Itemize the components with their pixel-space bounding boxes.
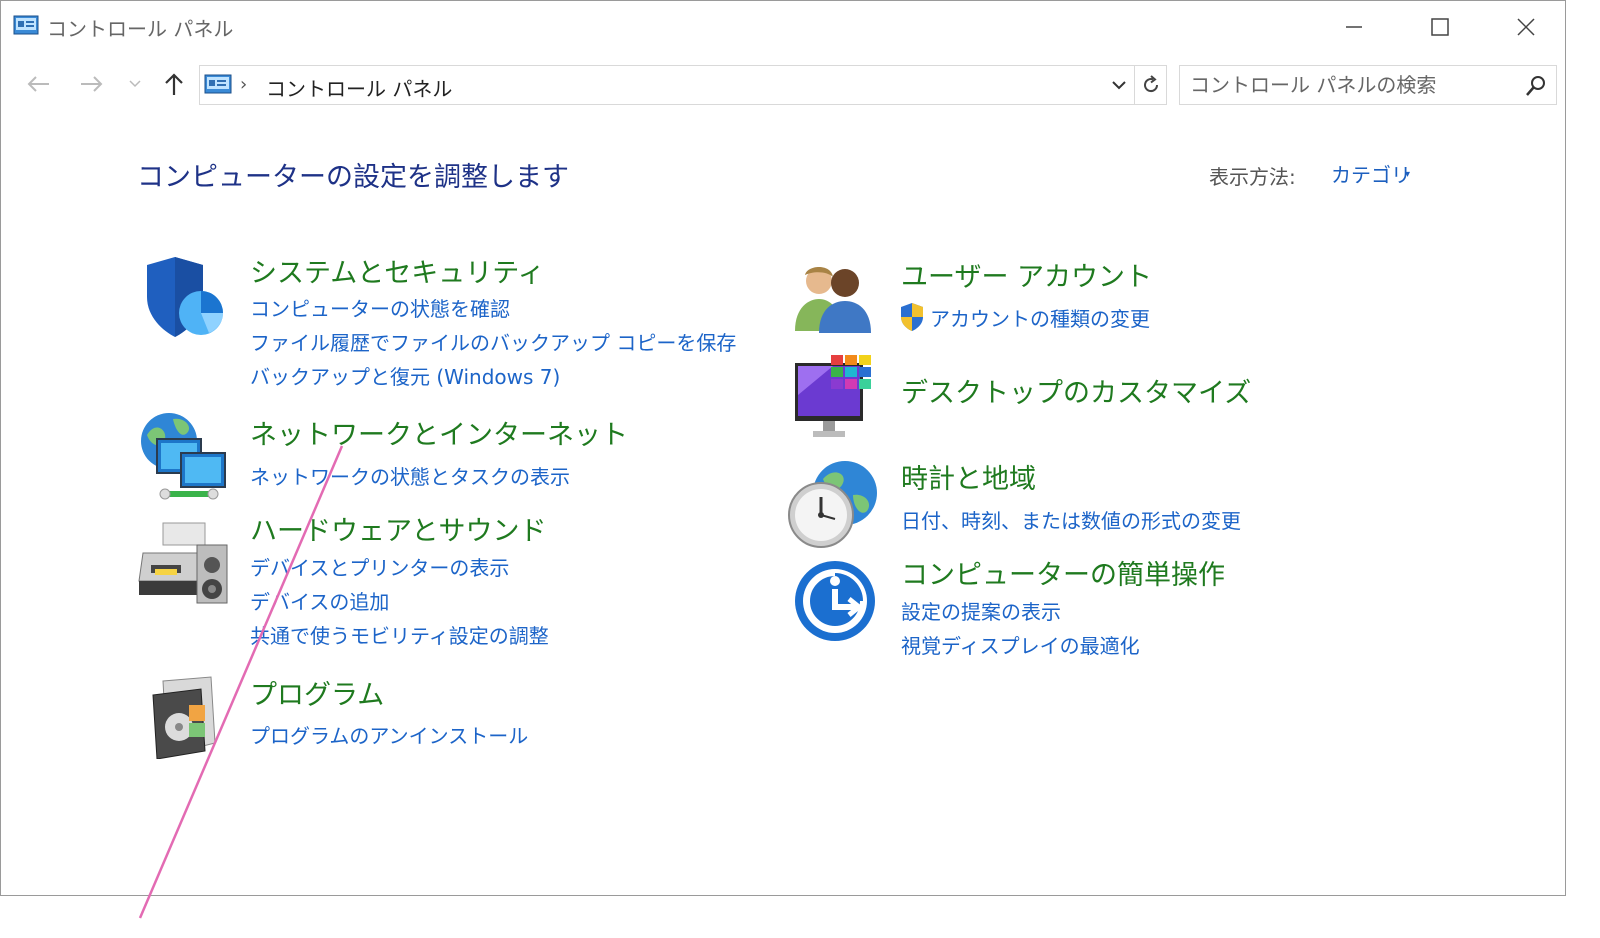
minimize-button[interactable]: [1311, 1, 1397, 53]
control-panel-icon: [13, 15, 39, 35]
uac-shield-icon: [901, 303, 923, 331]
link-suggested-settings[interactable]: 設定の提案の表示: [901, 596, 1061, 625]
forward-button[interactable]: [77, 69, 107, 99]
up-button[interactable]: [159, 69, 189, 99]
category-ease-of-access[interactable]: コンピューターの簡単操作: [901, 553, 1225, 592]
link-optimize-display[interactable]: 視覚ディスプレイの最適化: [901, 630, 1140, 659]
address-dropdown-button[interactable]: [1104, 66, 1134, 104]
link-network-status[interactable]: ネットワークの状態とタスクの表示: [250, 461, 570, 490]
link-file-history-backup[interactable]: ファイル履歴でファイルのバックアップ コピーを保存: [250, 327, 736, 356]
link-uninstall-program[interactable]: プログラムのアンインストール: [250, 720, 528, 749]
close-icon: [1517, 18, 1535, 36]
breadcrumb-separator[interactable]: ›: [240, 74, 247, 95]
desktop-icon[interactable]: [793, 355, 881, 441]
maximize-icon: [1431, 18, 1449, 36]
ease-of-access-icon[interactable]: [793, 559, 877, 643]
close-button[interactable]: [1483, 1, 1569, 53]
chevron-down-icon: [129, 80, 141, 88]
link-check-status[interactable]: コンピューターの状態を確認: [250, 293, 510, 322]
control-panel-icon: [204, 74, 232, 94]
maximize-button[interactable]: [1397, 1, 1483, 53]
view-by-label: 表示方法:: [1209, 165, 1296, 189]
category-network-internet[interactable]: ネットワークとインターネット: [250, 413, 628, 452]
window-title: コントロール パネル: [47, 17, 234, 41]
page-title: コンピューターの設定を調整します: [137, 162, 569, 193]
users-icon[interactable]: [793, 263, 873, 333]
view-by-caret[interactable]: ▾: [1405, 169, 1410, 180]
recent-locations-button[interactable]: [123, 69, 147, 99]
back-button[interactable]: [23, 69, 53, 99]
arrow-left-icon: [27, 76, 49, 92]
printer-speaker-icon[interactable]: [137, 519, 231, 607]
link-devices-printers[interactable]: デバイスとプリンターの表示: [250, 552, 509, 581]
control-panel-window: コントロール パネル › コントロール パネル コントロール パネルの検索 コン…: [0, 0, 1566, 896]
category-hardware-sound[interactable]: ハードウェアとサウンド: [250, 509, 546, 548]
search-icon[interactable]: [1524, 74, 1548, 98]
minimize-icon: [1346, 26, 1362, 28]
shield-icon[interactable]: [139, 257, 229, 345]
link-mobility-settings[interactable]: 共通で使うモビリティ設定の調整: [250, 620, 549, 649]
address-bar[interactable]: › コントロール パネル: [199, 65, 1167, 105]
arrow-up-icon: [165, 73, 183, 95]
refresh-icon: [1144, 75, 1159, 93]
category-user-accounts[interactable]: ユーザー アカウント: [901, 255, 1152, 294]
link-change-account-type[interactable]: アカウントの種類の変更: [930, 303, 1150, 332]
category-system-security[interactable]: システムとセキュリティ: [250, 251, 545, 290]
link-date-time-format[interactable]: 日付、時刻、または数値の形式の変更: [901, 505, 1241, 534]
chevron-down-icon: [1112, 81, 1126, 90]
category-clock-region[interactable]: 時計と地域: [901, 457, 1036, 496]
search-input[interactable]: [1190, 73, 1510, 97]
breadcrumb-control-panel[interactable]: コントロール パネル: [266, 73, 452, 102]
clock-globe-icon[interactable]: [787, 459, 879, 549]
link-backup-restore[interactable]: バックアップと復元 (Windows 7): [250, 361, 560, 390]
search-box[interactable]: [1179, 65, 1557, 105]
link-add-device[interactable]: デバイスの追加: [250, 586, 389, 615]
arrow-right-icon: [81, 76, 103, 92]
refresh-button[interactable]: [1134, 66, 1167, 104]
title-bar: コントロール パネル: [1, 1, 1565, 53]
network-icon[interactable]: [137, 411, 233, 503]
category-desktop-customization[interactable]: デスクトップのカスタマイズ: [901, 371, 1251, 410]
category-programs[interactable]: プログラム: [250, 673, 384, 712]
programs-icon[interactable]: [149, 675, 221, 759]
view-by-dropdown[interactable]: カテゴリ: [1331, 159, 1411, 188]
